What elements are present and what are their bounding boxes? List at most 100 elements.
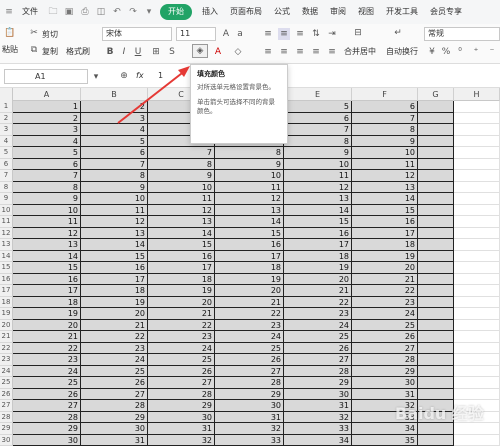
indent-icon[interactable]: ⇥ (326, 28, 338, 40)
grid-cell[interactable]: 24 (215, 331, 284, 343)
row-header[interactable]: 15 (0, 262, 13, 274)
row-header[interactable]: 23 (0, 354, 13, 366)
grid-cell[interactable]: 23 (13, 354, 81, 366)
row-header[interactable]: 6 (0, 158, 13, 170)
grid-cell[interactable]: 17 (284, 239, 352, 251)
font-name-select[interactable]: 宋体 (102, 27, 172, 41)
grid-cell[interactable]: 30 (13, 434, 81, 446)
wrap-text-button[interactable]: 自动换行 (386, 46, 418, 57)
align-top-icon[interactable]: ≡ (262, 28, 274, 40)
grid-cell[interactable]: 22 (352, 285, 418, 297)
grid-cell[interactable]: 26 (81, 377, 148, 389)
grid-cell[interactable]: 11 (81, 204, 148, 216)
grid-cell[interactable]: 13 (148, 216, 215, 228)
grid-cell[interactable] (418, 365, 454, 377)
grid-cell[interactable]: 20 (284, 273, 352, 285)
grid-cell[interactable]: 12 (215, 193, 284, 205)
column-header-a[interactable]: A (13, 88, 81, 101)
grid-cell[interactable]: 11 (13, 216, 81, 228)
grid-cell[interactable]: 19 (81, 296, 148, 308)
grid-cell[interactable]: 21 (13, 331, 81, 343)
grid-cell[interactable]: 11 (215, 181, 284, 193)
increase-font-icon[interactable]: A (220, 28, 232, 40)
grid-cell[interactable] (418, 112, 454, 124)
row-header[interactable]: 5 (0, 147, 13, 159)
grid-cell[interactable]: 30 (215, 400, 284, 412)
grid-cell[interactable]: 22 (284, 296, 352, 308)
grid-cell[interactable]: 29 (284, 377, 352, 389)
grid-cell[interactable]: 24 (284, 319, 352, 331)
grid-cell[interactable]: 21 (81, 319, 148, 331)
undo-icon[interactable]: ↶ (110, 5, 124, 19)
font-color-icon[interactable]: A (212, 46, 224, 58)
grid-cell[interactable]: 24 (148, 342, 215, 354)
grid-cell[interactable]: 13 (284, 193, 352, 205)
grid-cell[interactable]: 28 (13, 411, 81, 423)
grid-cell[interactable] (418, 388, 454, 400)
grid-cell[interactable]: 10 (215, 170, 284, 182)
wrap-text-icon[interactable]: ↵ (392, 27, 404, 39)
grid-cell[interactable]: 3 (13, 124, 81, 136)
merge-center-button[interactable]: 合并居中 (344, 46, 376, 57)
grid-cell[interactable]: 24 (13, 365, 81, 377)
grid-cell[interactable]: 34 (352, 423, 418, 435)
grid-cell[interactable]: 6 (284, 112, 352, 124)
row-header[interactable]: 19 (0, 308, 13, 320)
orientation-icon[interactable]: ⇅ (310, 28, 322, 40)
grid-cell[interactable] (418, 262, 454, 274)
grid-cell[interactable]: 5 (284, 101, 352, 113)
grid-cell[interactable]: 6 (13, 158, 81, 170)
grid-cell[interactable]: 15 (215, 227, 284, 239)
grid-cell[interactable]: 23 (284, 308, 352, 320)
distributed-icon[interactable]: ≡ (326, 46, 338, 58)
row-header[interactable]: 27 (0, 400, 13, 412)
grid-cell[interactable] (454, 308, 500, 320)
grid-cell[interactable] (454, 227, 500, 239)
row-header[interactable]: 28 (0, 411, 13, 423)
grid-cell[interactable] (454, 193, 500, 205)
grid-cell[interactable]: 6 (352, 101, 418, 113)
grid-cell[interactable]: 22 (81, 331, 148, 343)
bold-icon[interactable]: B (104, 46, 116, 58)
grid-cell[interactable] (454, 285, 500, 297)
grid-cell[interactable]: 14 (215, 216, 284, 228)
grid-cell[interactable]: 14 (352, 193, 418, 205)
italic-icon[interactable]: I (118, 46, 130, 58)
grid-cell[interactable]: 28 (81, 400, 148, 412)
grid-cell[interactable] (454, 170, 500, 182)
grid-cell[interactable]: 33 (215, 434, 284, 446)
align-right-icon[interactable]: ≡ (294, 46, 306, 58)
grid-cell[interactable]: 25 (215, 342, 284, 354)
zoom-icon[interactable]: ⊕ (118, 70, 130, 82)
grid-cell[interactable] (418, 216, 454, 228)
grid-cell[interactable] (454, 273, 500, 285)
grid-cell[interactable]: 8 (81, 170, 148, 182)
grid-cell[interactable]: 26 (352, 331, 418, 343)
align-left-icon[interactable]: ≡ (262, 46, 274, 58)
grid-cell[interactable] (418, 124, 454, 136)
grid-cell[interactable] (454, 331, 500, 343)
grid-cell[interactable]: 18 (284, 250, 352, 262)
align-center-icon[interactable]: ≡ (278, 46, 290, 58)
grid-cell[interactable] (418, 434, 454, 446)
tab-5[interactable]: 审阅 (324, 0, 352, 24)
grid-cell[interactable]: 26 (13, 388, 81, 400)
grid-cell[interactable]: 9 (148, 170, 215, 182)
grid-cell[interactable]: 19 (215, 273, 284, 285)
grid-cell[interactable]: 16 (13, 273, 81, 285)
tab-4[interactable]: 数据 (296, 0, 324, 24)
grid-cell[interactable] (454, 377, 500, 389)
grid-cell[interactable]: 8 (13, 181, 81, 193)
grid-cell[interactable]: 11 (284, 170, 352, 182)
select-all-corner[interactable] (0, 88, 13, 101)
justify-icon[interactable]: ≡ (310, 46, 322, 58)
grid-cell[interactable]: 10 (148, 181, 215, 193)
row-header[interactable]: 25 (0, 377, 13, 389)
grid-cell[interactable] (454, 124, 500, 136)
grid-cell[interactable]: 2 (13, 112, 81, 124)
grid-cell[interactable]: 19 (284, 262, 352, 274)
font-size-select[interactable]: 11 (176, 27, 216, 41)
grid-cell[interactable]: 23 (215, 319, 284, 331)
grid-cell[interactable]: 29 (13, 423, 81, 435)
grid-cell[interactable]: 30 (148, 411, 215, 423)
